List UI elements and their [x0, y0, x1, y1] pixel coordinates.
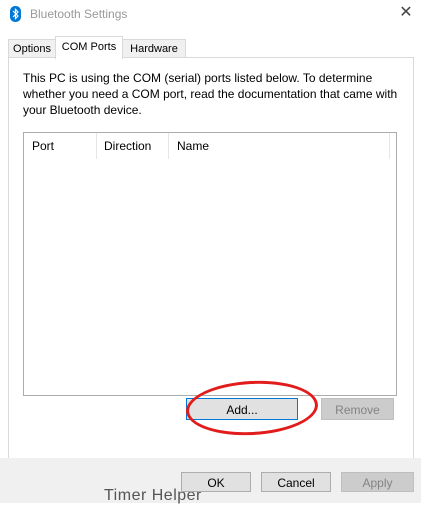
ok-button[interactable]: OK	[181, 472, 251, 492]
column-separator[interactable]	[168, 133, 169, 159]
title-bar: Bluetooth Settings ✕	[0, 0, 421, 30]
window-title: Bluetooth Settings	[30, 7, 128, 21]
cancel-button[interactable]: Cancel	[261, 472, 331, 492]
tab-com-ports[interactable]: COM Ports	[55, 36, 123, 59]
apply-button[interactable]: Apply	[341, 472, 414, 492]
remove-button[interactable]: Remove	[321, 398, 394, 420]
list-header: Port Direction Name	[24, 133, 396, 159]
close-icon[interactable]: ✕	[398, 4, 414, 22]
tab-options[interactable]: Options	[8, 39, 56, 58]
com-ports-list[interactable]: Port Direction Name	[23, 132, 397, 396]
column-separator[interactable]	[389, 133, 390, 159]
column-header-direction[interactable]: Direction	[104, 139, 151, 153]
column-header-port[interactable]: Port	[32, 139, 54, 153]
com-ports-description: This PC is using the COM (serial) ports …	[23, 71, 398, 117]
bluetooth-icon	[10, 6, 21, 22]
column-separator[interactable]	[96, 133, 97, 159]
column-header-name[interactable]: Name	[177, 139, 209, 153]
tab-hardware[interactable]: Hardware	[122, 39, 186, 58]
